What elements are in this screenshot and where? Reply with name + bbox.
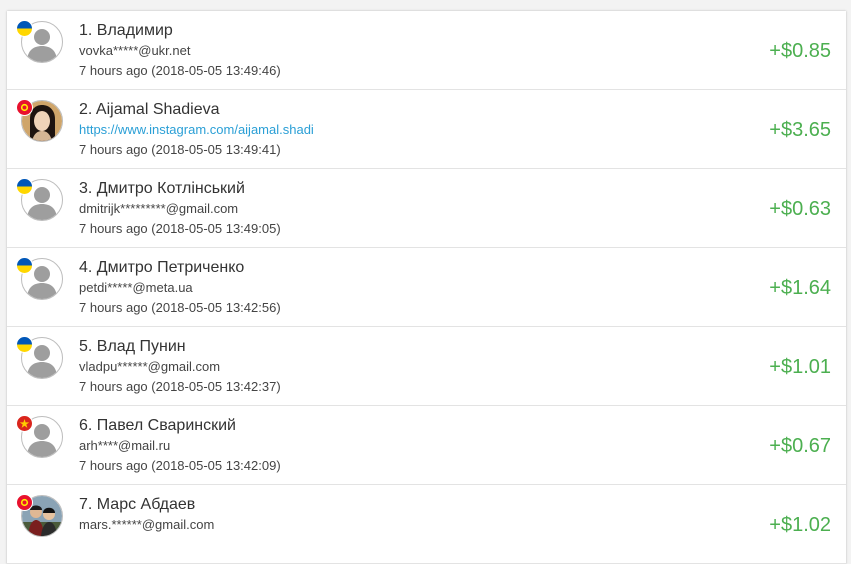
timestamp: 7 hours ago (2018-05-05 13:42:09) — [79, 458, 281, 473]
user-email: arh****@mail.ru — [79, 438, 171, 453]
list-item[interactable]: 2. Aijamal Shadieva https://www.instagra… — [7, 90, 846, 169]
payout-amount: +$1.02 — [769, 514, 831, 536]
payout-amount: +$1.01 — [769, 356, 831, 378]
user-name: 1. Владимир — [79, 22, 173, 39]
vietnam-flag-icon — [16, 415, 33, 432]
user-name: 4. Дмитро Петриченко — [79, 259, 245, 276]
timestamp: 7 hours ago (2018-05-05 13:49:41) — [79, 142, 281, 157]
user-name: 6. Павел Сваринский — [79, 417, 236, 434]
ukraine-flag-icon — [16, 20, 33, 37]
payout-amount: +$1.64 — [769, 277, 831, 299]
payout-amount: +$0.67 — [769, 435, 831, 457]
user-email: petdi*****@meta.ua — [79, 280, 193, 295]
ukraine-flag-icon — [16, 257, 33, 274]
user-email: dmitrijk*********@gmail.com — [79, 201, 239, 216]
payout-amount: +$0.63 — [769, 198, 831, 220]
instagram-link[interactable]: https://www.instagram.com/aijamal.shadi — [79, 122, 314, 137]
user-name: 3. Дмитро Котлінський — [79, 180, 245, 197]
list-item[interactable]: 6. Павел Сваринский arh****@mail.ru 7 ho… — [7, 406, 846, 485]
timestamp: 7 hours ago (2018-05-05 13:42:37) — [79, 379, 281, 394]
list-item[interactable]: 1. Владимир vovka*****@ukr.net 7 hours a… — [7, 11, 846, 90]
user-name: 7. Марс Абдаев — [79, 496, 196, 513]
user-name: 5. Влад Пунин — [79, 338, 186, 355]
ukraine-flag-icon — [16, 178, 33, 195]
user-email: vladpu******@gmail.com — [79, 359, 221, 374]
ukraine-flag-icon — [16, 336, 33, 353]
list-item[interactable]: 3. Дмитро Котлінський dmitrijk*********@… — [7, 169, 846, 248]
timestamp: 7 hours ago (2018-05-05 13:42:56) — [79, 300, 281, 315]
user-name: 2. Aijamal Shadieva — [79, 101, 220, 118]
kyrgyzstan-flag-icon — [16, 494, 33, 511]
payout-list: 1. Владимир vovka*****@ukr.net 7 hours a… — [7, 11, 846, 564]
payout-amount: +$3.65 — [769, 119, 831, 141]
list-item[interactable]: 4. Дмитро Петриченко petdi*****@meta.ua … — [7, 248, 846, 327]
user-email: mars.******@gmail.com — [79, 517, 215, 532]
user-email: vovka*****@ukr.net — [79, 43, 191, 58]
payout-amount: +$0.85 — [769, 40, 831, 62]
list-item[interactable]: 7. Марс Абдаев mars.******@gmail.com +$1… — [7, 485, 846, 564]
timestamp: 7 hours ago (2018-05-05 13:49:05) — [79, 221, 281, 236]
timestamp: 7 hours ago (2018-05-05 13:49:46) — [79, 63, 281, 78]
list-item[interactable]: 5. Влад Пунин vladpu******@gmail.com 7 h… — [7, 327, 846, 406]
kyrgyzstan-flag-icon — [16, 99, 33, 116]
